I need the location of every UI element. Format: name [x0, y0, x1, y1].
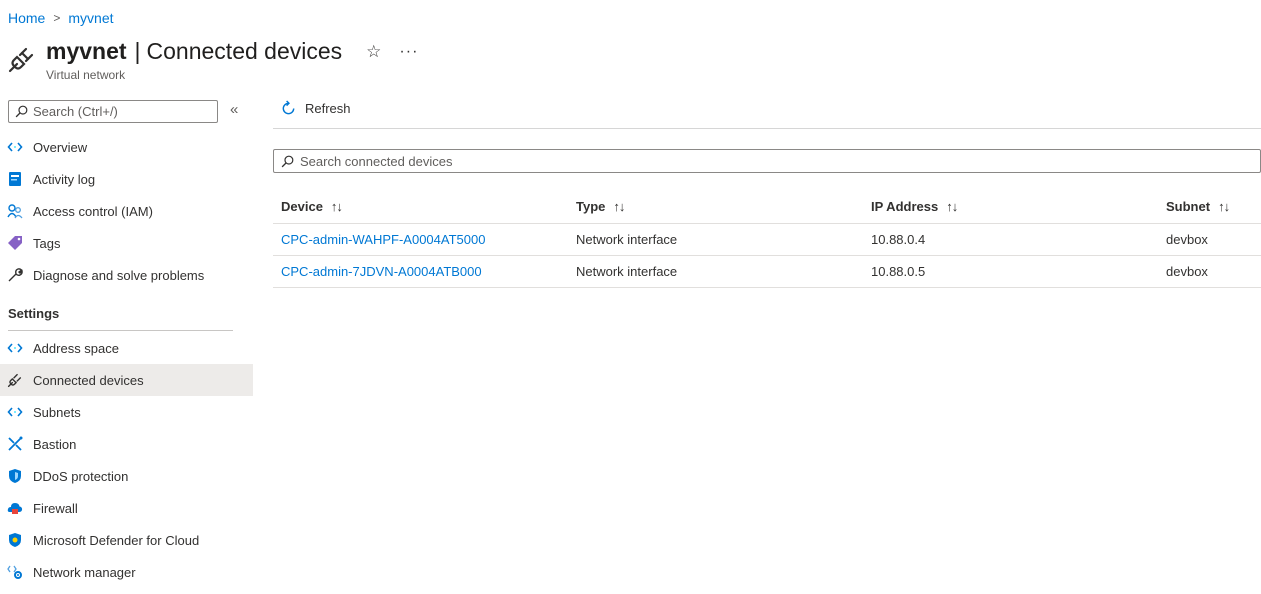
column-header-ip-address[interactable]: IP Address ↑↓	[863, 190, 1158, 224]
column-header-device[interactable]: Device ↑↓	[273, 190, 568, 224]
sidebar-item-label: Network manager	[33, 564, 136, 580]
refresh-label: Refresh	[305, 101, 351, 116]
settings-section-header: Settings	[8, 306, 60, 321]
search-placeholder: Search connected devices	[300, 153, 453, 169]
sidebar-search-input[interactable]: Search (Ctrl+/)	[8, 100, 218, 123]
sidebar-item-label: Activity log	[33, 171, 96, 187]
sidebar-item-overview[interactable]: Overview	[0, 131, 253, 163]
device-cell: CPC-admin-WAHPF-A0004AT5000	[273, 223, 568, 256]
search-icon	[281, 155, 294, 167]
sort-icon[interactable]: ↑↓	[613, 199, 625, 214]
address-space-icon	[7, 340, 23, 356]
breadcrumb-separator: >	[53, 11, 61, 25]
plug-icon	[7, 372, 23, 388]
type-cell: Network interface	[568, 255, 863, 288]
search-connected-devices-input[interactable]: Search connected devices	[273, 149, 1261, 173]
subnet-cell: devbox	[1158, 223, 1261, 256]
sort-icon[interactable]: ↑↓	[1218, 199, 1230, 214]
subnet-icon	[7, 404, 23, 420]
page-title: myvnet | Connected devices ☆ ···	[46, 38, 418, 65]
breadcrumb: Home > myvnet	[8, 10, 114, 26]
column-header-type[interactable]: Type ↑↓	[568, 190, 863, 224]
shield-icon	[7, 468, 23, 484]
sidebar-item-network-manager[interactable]: Network manager	[0, 556, 253, 588]
iam-icon	[7, 203, 23, 219]
wrench-icon	[7, 267, 23, 283]
sidebar-item-connected-devices[interactable]: Connected devices	[0, 364, 253, 396]
sidebar-item-label: Connected devices	[33, 372, 144, 388]
sidebar-item-label: Microsoft Defender for Cloud	[33, 532, 200, 548]
search-icon	[15, 105, 28, 118]
resource-type-subtitle: Virtual network	[46, 68, 126, 82]
firewall-icon	[7, 500, 23, 516]
sidebar-item-bastion[interactable]: Bastion	[0, 428, 253, 460]
device-cell: CPC-admin-7JDVN-A0004ATB000	[273, 255, 568, 288]
ip-address-cell: 10.88.0.5	[863, 255, 1158, 288]
table-row: CPC-admin-WAHPF-A0004AT5000 Network inte…	[273, 223, 1261, 256]
resource-name: myvnet	[46, 38, 127, 64]
table-header-row: Device ↑↓ Type ↑↓ IP Address ↑↓ Subnet ↑↓	[273, 190, 1261, 224]
sidebar-item-label: DDoS protection	[33, 468, 129, 484]
sidebar-item-defender[interactable]: Microsoft Defender for Cloud	[0, 524, 253, 556]
device-link[interactable]: CPC-admin-WAHPF-A0004AT5000	[281, 232, 485, 247]
sidebar-item-label: Diagnose and solve problems	[33, 267, 205, 283]
ip-address-cell: 10.88.0.4	[863, 223, 1158, 256]
sidebar-item-address-space[interactable]: Address space	[0, 332, 253, 364]
subnet-cell: devbox	[1158, 255, 1261, 288]
sort-icon[interactable]: ↑↓	[946, 199, 958, 214]
refresh-icon	[282, 100, 295, 115]
table-row: CPC-admin-7JDVN-A0004ATB000 Network inte…	[273, 255, 1261, 288]
sidebar-item-subnets[interactable]: Subnets	[0, 396, 253, 428]
breadcrumb-current-link[interactable]: myvnet	[68, 10, 113, 26]
refresh-button[interactable]: Refresh	[280, 100, 351, 117]
sidebar-item-label: Access control (IAM)	[33, 203, 153, 219]
sidebar-item-label: Bastion	[33, 436, 77, 452]
more-options-button[interactable]: ···	[399, 43, 418, 61]
network-manager-icon	[7, 564, 23, 580]
sort-icon[interactable]: ↑↓	[331, 199, 343, 214]
sidebar-item-label: Tags	[33, 235, 61, 251]
sidebar-item-label: Firewall	[33, 500, 78, 516]
plug-icon	[8, 47, 34, 73]
sidebar-item-label: Subnets	[33, 404, 81, 420]
column-header-subnet[interactable]: Subnet ↑↓	[1158, 190, 1261, 224]
type-cell: Network interface	[568, 223, 863, 256]
bastion-icon	[7, 436, 23, 452]
star-icon[interactable]: ☆	[366, 42, 381, 62]
section-divider	[8, 330, 233, 331]
title-divider: |	[134, 38, 141, 64]
activity-log-icon	[7, 171, 23, 187]
sidebar-item-iam[interactable]: Access control (IAM)	[0, 195, 253, 227]
device-link[interactable]: CPC-admin-7JDVN-A0004ATB000	[281, 264, 482, 279]
sidebar-search-placeholder: Search (Ctrl+/)	[33, 104, 118, 119]
sidebar-item-label: Address space	[33, 340, 119, 356]
command-bar-divider	[273, 128, 1261, 129]
breadcrumb-home-link[interactable]: Home	[8, 10, 45, 26]
sidebar-item-firewall[interactable]: Firewall	[0, 492, 253, 524]
collapse-sidebar-button[interactable]: «	[230, 101, 238, 118]
connected-devices-table: Device ↑↓ Type ↑↓ IP Address ↑↓ Subnet ↑↓ CP…	[273, 190, 1261, 288]
sidebar-item-activity-log[interactable]: Activity log	[0, 163, 253, 195]
sidebar-item-ddos[interactable]: DDoS protection	[0, 460, 253, 492]
overview-icon	[7, 139, 23, 155]
page-name: Connected devices	[146, 38, 343, 64]
sidebar-item-tags[interactable]: Tags	[0, 227, 253, 259]
tag-icon	[7, 235, 23, 251]
defender-icon	[7, 532, 23, 548]
sidebar-item-diagnose[interactable]: Diagnose and solve problems	[0, 259, 253, 291]
sidebar-item-label: Overview	[33, 139, 88, 155]
